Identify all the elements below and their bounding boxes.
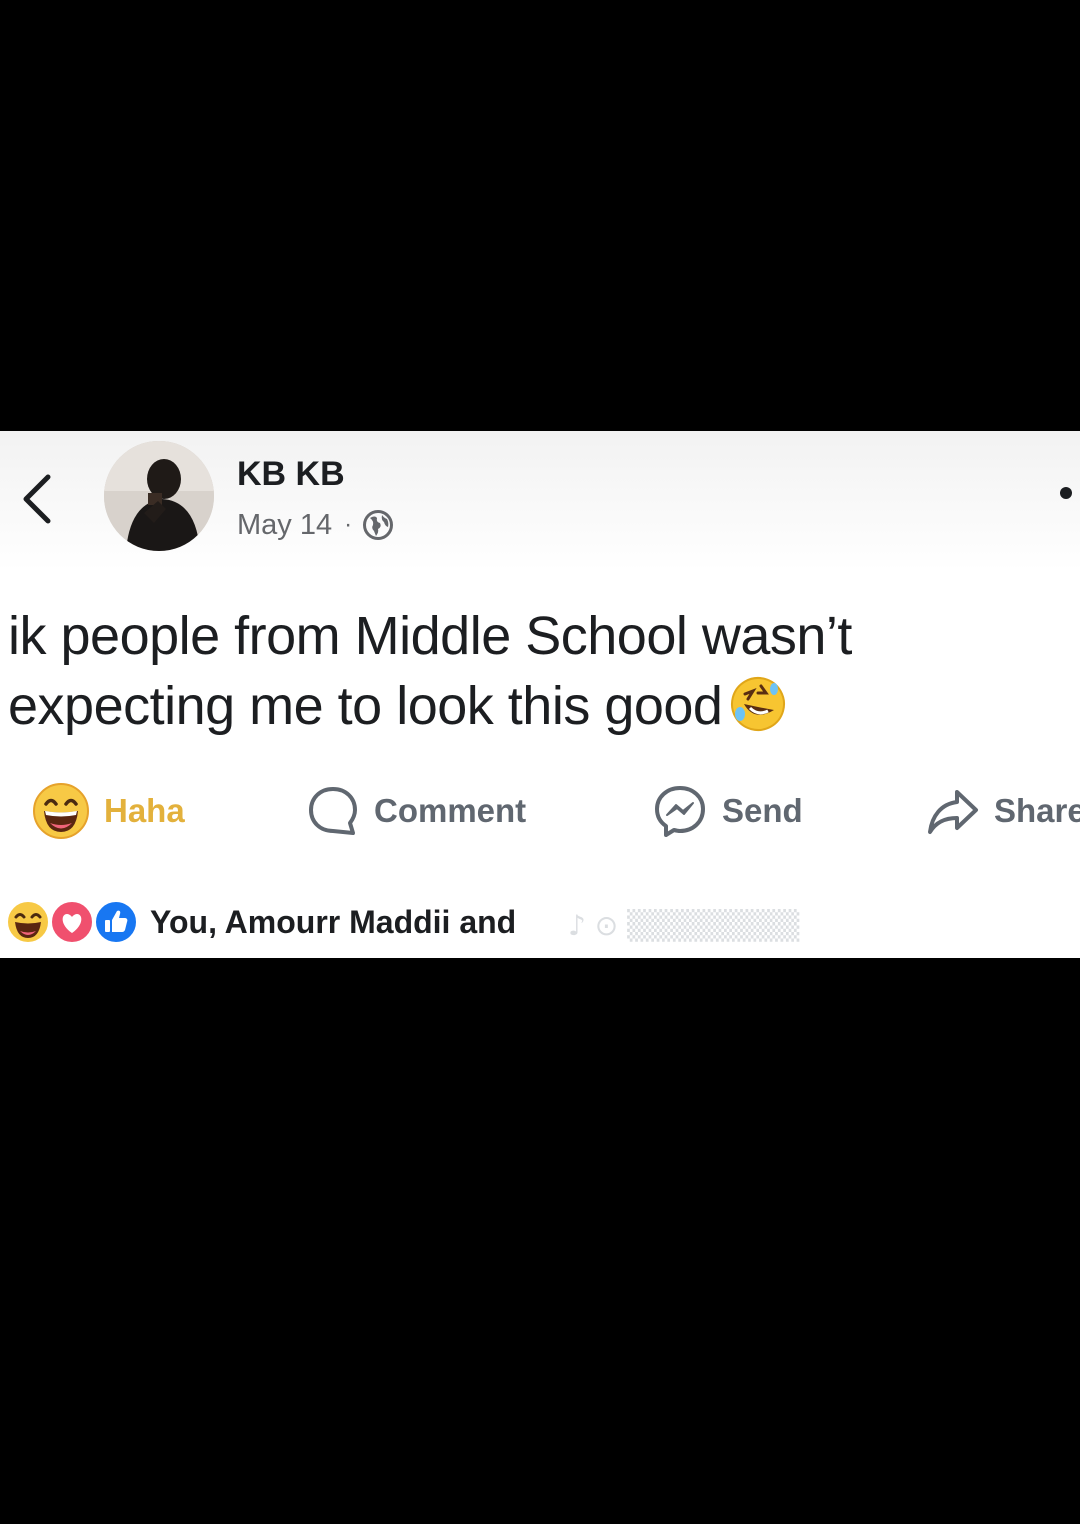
share-button[interactable]: Share (926, 776, 1080, 846)
more-options-icon[interactable] (1060, 487, 1072, 499)
haha-reaction-icon (6, 900, 50, 944)
post-card: KB KB May 14 · ik people from Middle Sch… (0, 431, 1080, 958)
watermark: ♪ ⊙ ▒▒▒▒▒▒▒▒ (568, 909, 800, 942)
profile-photo (104, 441, 214, 551)
comment-icon (309, 787, 357, 835)
post-text: ik people from Middle School wasn’t expe… (8, 601, 1078, 741)
haha-reaction-icon (33, 783, 89, 839)
post-body: ik people from Middle School wasn’t expe… (8, 606, 852, 736)
action-bar: Haha Comment Send Share (0, 776, 1080, 846)
post-date[interactable]: May 14 (237, 509, 332, 542)
haha-button[interactable]: Haha (32, 776, 185, 846)
like-reaction-icon (94, 900, 138, 944)
send-label: Send (722, 792, 803, 829)
avatar[interactable] (104, 441, 214, 551)
post-meta: May 14 · (237, 505, 394, 545)
reaction-summary[interactable]: You, Amourr Maddii and (6, 897, 516, 947)
haha-label: Haha (104, 792, 185, 829)
comment-label: Comment (374, 792, 527, 829)
author-name[interactable]: KB KB (237, 455, 345, 494)
chevron-left-icon (23, 474, 51, 524)
love-reaction-icon (50, 900, 94, 944)
reaction-icons (6, 900, 142, 944)
share-icon (928, 790, 978, 834)
meta-separator: · (344, 511, 353, 538)
globe-icon (362, 509, 394, 541)
send-button[interactable]: Send (652, 776, 803, 846)
rolling-on-floor-laughing-emoji (728, 674, 788, 734)
messenger-icon (655, 786, 705, 837)
reaction-summary-text[interactable]: You, Amourr Maddii and (150, 904, 516, 941)
comment-button[interactable]: Comment (306, 776, 526, 846)
share-label: Share (994, 792, 1080, 829)
back-button[interactable] (18, 471, 62, 527)
